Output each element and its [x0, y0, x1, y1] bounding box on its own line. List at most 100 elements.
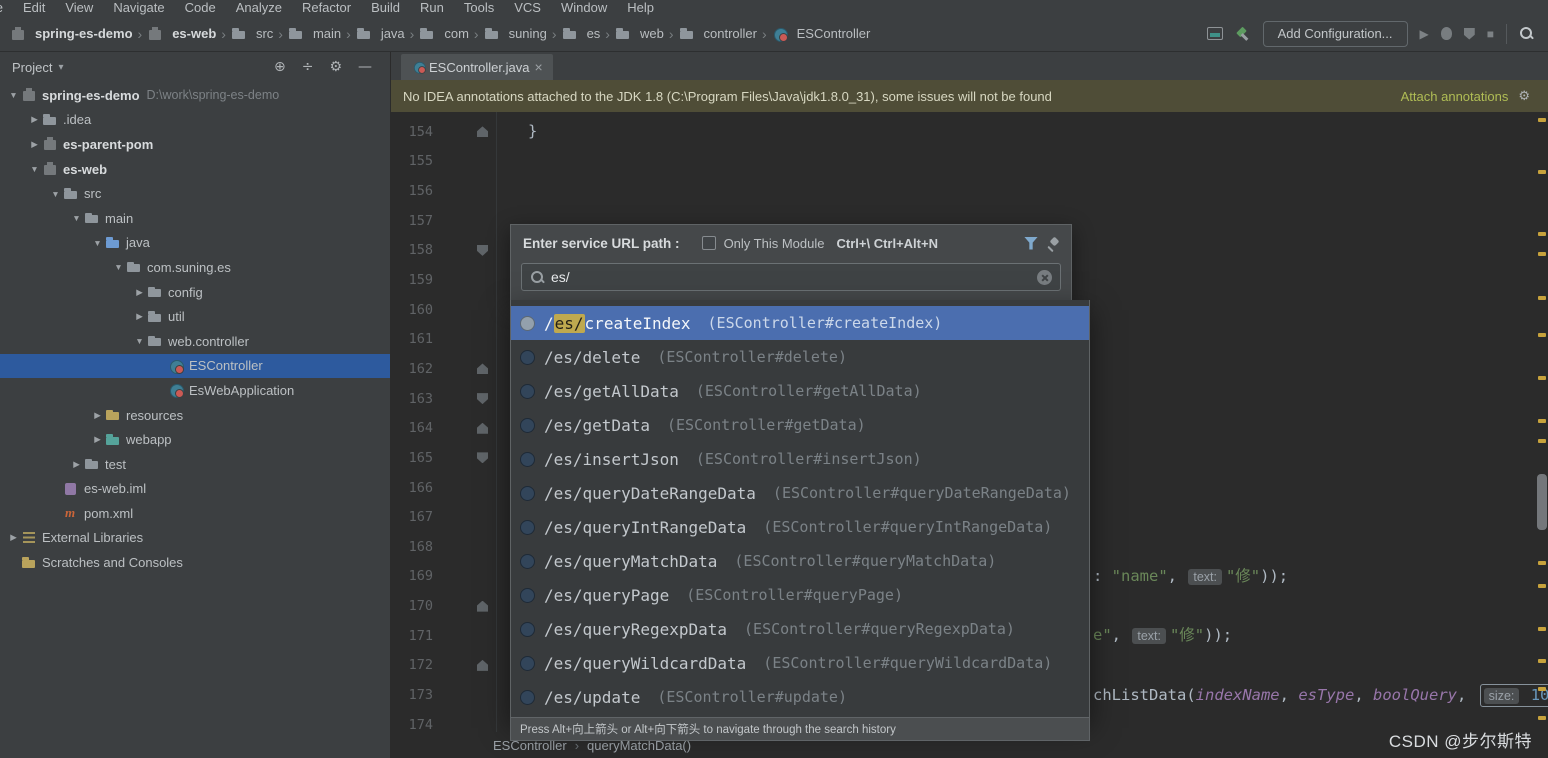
tree-expanded-icon[interactable]: ▼ — [48, 189, 63, 199]
result-item[interactable]: /es/queryWildcardData(ESController#query… — [511, 646, 1089, 680]
menu-view[interactable]: View — [55, 0, 103, 16]
tab-escontroller-java[interactable]: ESController.java × — [401, 54, 553, 80]
crumb-escontroller[interactable]: ESController — [772, 26, 871, 42]
error-stripe[interactable] — [1536, 112, 1548, 732]
tree-item-test[interactable]: ▶test — [0, 452, 390, 477]
warning-stripe-mark[interactable] — [1538, 584, 1546, 588]
only-this-module-checkbox[interactable] — [702, 236, 716, 250]
pin-icon[interactable] — [1046, 237, 1059, 250]
tree-collapsed-icon[interactable]: ▶ — [132, 287, 147, 298]
tree-collapsed-icon[interactable]: ▶ — [90, 410, 105, 421]
tree-item-web-controller[interactable]: ▼web.controller — [0, 329, 390, 354]
warning-stripe-mark[interactable] — [1538, 232, 1546, 236]
menu-window[interactable]: Window — [551, 0, 617, 16]
tree-item-webapp[interactable]: ▶webapp — [0, 427, 390, 452]
menu-help[interactable]: Help — [617, 0, 664, 16]
tree-collapsed-icon[interactable]: ▶ — [27, 139, 42, 150]
tree-item-eswebapplication[interactable]: EsWebApplication — [0, 378, 390, 403]
crumb-web[interactable]: web — [615, 26, 664, 42]
warning-stripe-mark[interactable] — [1538, 333, 1546, 337]
warning-stripe-mark[interactable] — [1538, 561, 1546, 565]
crumb-suning[interactable]: suning — [484, 26, 547, 42]
tree-collapsed-icon[interactable]: ▶ — [69, 459, 84, 470]
result-item[interactable]: /es/queryPage(ESController#queryPage) — [511, 578, 1089, 612]
tree-item-es-web-iml[interactable]: es-web.iml — [0, 477, 390, 502]
menu-code[interactable]: Code — [175, 0, 226, 16]
menu-build[interactable]: Build — [361, 0, 410, 16]
tree-collapsed-icon[interactable]: ▶ — [6, 532, 21, 543]
warning-stripe-mark[interactable] — [1538, 659, 1546, 663]
search-field[interactable] — [521, 263, 1061, 291]
result-item[interactable]: /es/insertJson(ESController#insertJson) — [511, 442, 1089, 476]
stop-icon[interactable]: ■ — [1487, 28, 1494, 40]
tree-item-es-parent-pom[interactable]: ▶es-parent-pom — [0, 132, 390, 157]
tree-item-util[interactable]: ▶util — [0, 304, 390, 329]
tree-item-src[interactable]: ▼src — [0, 181, 390, 206]
tree-item-external-libraries[interactable]: ▶External Libraries — [0, 526, 390, 551]
menu-refactor[interactable]: Refactor — [292, 0, 361, 16]
tree-expanded-icon[interactable]: ▼ — [6, 90, 21, 100]
scrollbar-thumb[interactable] — [1537, 474, 1547, 530]
checkbox-label[interactable]: Only This Module — [724, 236, 825, 251]
hide-panel-icon[interactable]: — — [358, 60, 372, 74]
tree-expanded-icon[interactable]: ▼ — [111, 262, 126, 272]
add-configuration-button[interactable]: Add Configuration... — [1263, 21, 1408, 47]
tree-item-spring-es-demo[interactable]: ▼spring-es-demoD:\work\spring-es-demo — [0, 83, 390, 108]
chevron-down-icon[interactable]: ▾ — [58, 62, 63, 73]
search-everywhere-icon[interactable] — [1519, 26, 1534, 41]
menu-navigate[interactable]: Navigate — [103, 0, 174, 16]
filter-icon[interactable] — [1024, 237, 1038, 250]
tree-item-main[interactable]: ▼main — [0, 206, 390, 231]
warning-stripe-mark[interactable] — [1538, 439, 1546, 443]
menu-analyze[interactable]: Analyze — [226, 0, 292, 16]
tree-item-java[interactable]: ▼java — [0, 231, 390, 256]
tree-item-config[interactable]: ▶config — [0, 280, 390, 305]
warning-stripe-mark[interactable] — [1538, 419, 1546, 423]
tree-expanded-icon[interactable]: ▼ — [132, 336, 147, 346]
tree-item-escontroller[interactable]: ESController — [0, 354, 390, 379]
warning-stripe-mark[interactable] — [1538, 296, 1546, 300]
tree-item-resources[interactable]: ▶resources — [0, 403, 390, 428]
close-icon[interactable]: × — [534, 59, 542, 75]
crumb-main[interactable]: main — [288, 26, 341, 42]
result-item[interactable]: /es/delete(ESController#delete) — [511, 340, 1089, 374]
tool-window-icon[interactable] — [1207, 27, 1223, 40]
debug-icon[interactable] — [1441, 27, 1452, 40]
coverage-icon[interactable] — [1464, 28, 1475, 40]
crumb-spring-es-demo[interactable]: spring-es-demo — [10, 26, 133, 42]
warning-stripe-mark[interactable] — [1538, 170, 1546, 174]
menu-run[interactable]: Run — [410, 0, 454, 16]
crumb-com[interactable]: com — [419, 26, 469, 42]
tree-expanded-icon[interactable]: ▼ — [27, 164, 42, 174]
menu-tools[interactable]: Tools — [454, 0, 504, 16]
warning-stripe-mark[interactable] — [1538, 376, 1546, 380]
result-item[interactable]: /es/queryIntRangeData(ESController#query… — [511, 510, 1089, 544]
warning-stripe-mark[interactable] — [1538, 687, 1546, 691]
clear-icon[interactable] — [1037, 270, 1052, 285]
tree-item-pom-xml[interactable]: pom.xml — [0, 501, 390, 526]
result-item[interactable]: /es/queryDateRangeData(ESController#quer… — [511, 476, 1089, 510]
warning-stripe-mark[interactable] — [1538, 627, 1546, 631]
tree-expanded-icon[interactable]: ▼ — [90, 238, 105, 248]
menu-vcs[interactable]: VCS — [504, 0, 551, 16]
tree-item-idea[interactable]: ▶.idea — [0, 108, 390, 133]
result-item[interactable]: /es/update(ESController#update) — [511, 680, 1089, 714]
url-search-input[interactable] — [551, 269, 1031, 285]
crumb-src[interactable]: src — [231, 26, 273, 42]
build-hammer-icon[interactable] — [1235, 26, 1251, 42]
warning-stripe-mark[interactable] — [1538, 118, 1546, 122]
run-icon[interactable]: ▶ — [1420, 28, 1429, 40]
tree-collapsed-icon[interactable]: ▶ — [90, 434, 105, 445]
crumb-es[interactable]: es — [562, 26, 601, 42]
collapse-all-icon[interactable]: ÷ — [302, 60, 314, 74]
result-item[interactable]: /es/createIndex(ESController#createIndex… — [511, 306, 1089, 340]
menu-edit[interactable]: Edit — [13, 0, 55, 16]
crumb-controller[interactable]: controller — [679, 26, 757, 42]
tree-expanded-icon[interactable]: ▼ — [69, 213, 84, 223]
tree-item-scratches-and-consoles[interactable]: Scratches and Consoles — [0, 550, 390, 575]
crumb-es-web[interactable]: es-web — [147, 26, 216, 42]
gear-icon[interactable]: ⚙ — [1518, 90, 1530, 103]
attach-annotations-link[interactable]: Attach annotations — [1401, 89, 1509, 104]
result-item[interactable]: /es/queryMatchData(ESController#queryMat… — [511, 544, 1089, 578]
result-item[interactable]: /es/getData(ESController#getData) — [511, 408, 1089, 442]
